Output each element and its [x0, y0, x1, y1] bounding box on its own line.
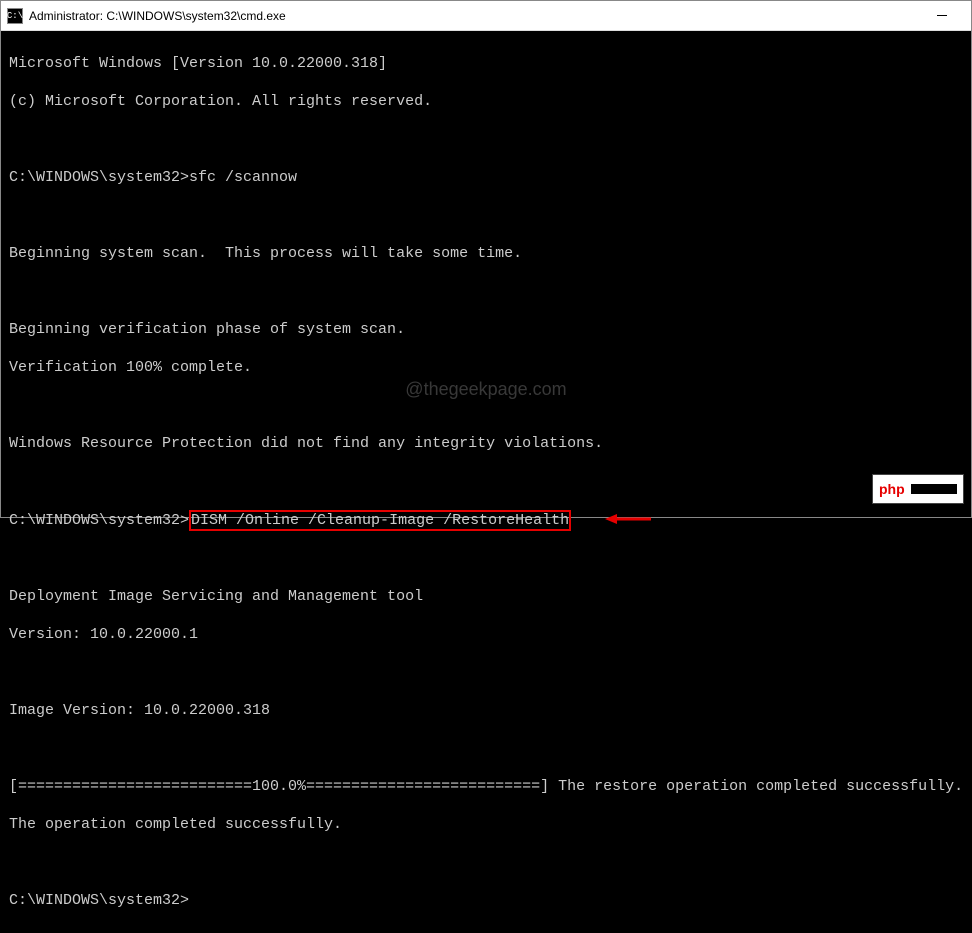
blank-line: [9, 206, 963, 225]
minimize-button[interactable]: [919, 1, 965, 31]
terminal-output[interactable]: Microsoft Windows [Version 10.0.22000.31…: [1, 31, 971, 933]
blank-line: [9, 549, 963, 568]
blank-line: [9, 282, 963, 301]
prompt-path: C:\WINDOWS\system32>: [9, 892, 189, 909]
progress-line: [==========================100.0%=======…: [9, 777, 963, 796]
verification-begin-line: Beginning verification phase of system s…: [9, 320, 963, 339]
blank-line: [9, 130, 963, 149]
window-controls: [919, 1, 965, 31]
command-sfc: sfc /scannow: [189, 169, 297, 186]
operation-complete-line: The operation completed successfully.: [9, 815, 963, 834]
prompt-line-1: C:\WINDOWS\system32>sfc /scannow: [9, 168, 963, 187]
scan-begin-line: Beginning system scan. This process will…: [9, 244, 963, 263]
blank-line: [9, 472, 963, 491]
blank-line: [9, 396, 963, 415]
badge-label: php: [879, 481, 905, 497]
dism-version-line: Version: 10.0.22000.1: [9, 625, 963, 644]
prompt-path: C:\WINDOWS\system32>: [9, 169, 189, 186]
window-title: Administrator: C:\WINDOWS\system32\cmd.e…: [29, 9, 919, 23]
prompt-line-3: C:\WINDOWS\system32>: [9, 891, 963, 910]
highlighted-command: DISM /Online /Cleanup-Image /RestoreHeal…: [189, 510, 571, 531]
version-line: Microsoft Windows [Version 10.0.22000.31…: [9, 54, 963, 73]
sfc-result-line: Windows Resource Protection did not find…: [9, 434, 963, 453]
blank-line: [9, 663, 963, 682]
annotation-arrow: [605, 512, 651, 526]
source-badge: php: [872, 474, 964, 504]
prompt-path: C:\WINDOWS\system32>: [9, 512, 189, 529]
dism-title-line: Deployment Image Servicing and Managemen…: [9, 587, 963, 606]
verification-complete-line: Verification 100% complete.: [9, 358, 963, 377]
badge-bar-icon: [911, 484, 957, 494]
prompt-line-2: C:\WINDOWS\system32>DISM /Online /Cleanu…: [9, 510, 963, 530]
image-version-line: Image Version: 10.0.22000.318: [9, 701, 963, 720]
copyright-line: (c) Microsoft Corporation. All rights re…: [9, 92, 963, 111]
blank-line: [9, 739, 963, 758]
cmd-icon: C:\: [7, 8, 23, 24]
titlebar: C:\ Administrator: C:\WINDOWS\system32\c…: [1, 1, 971, 31]
blank-line: [9, 853, 963, 872]
minimize-icon: [937, 15, 947, 16]
